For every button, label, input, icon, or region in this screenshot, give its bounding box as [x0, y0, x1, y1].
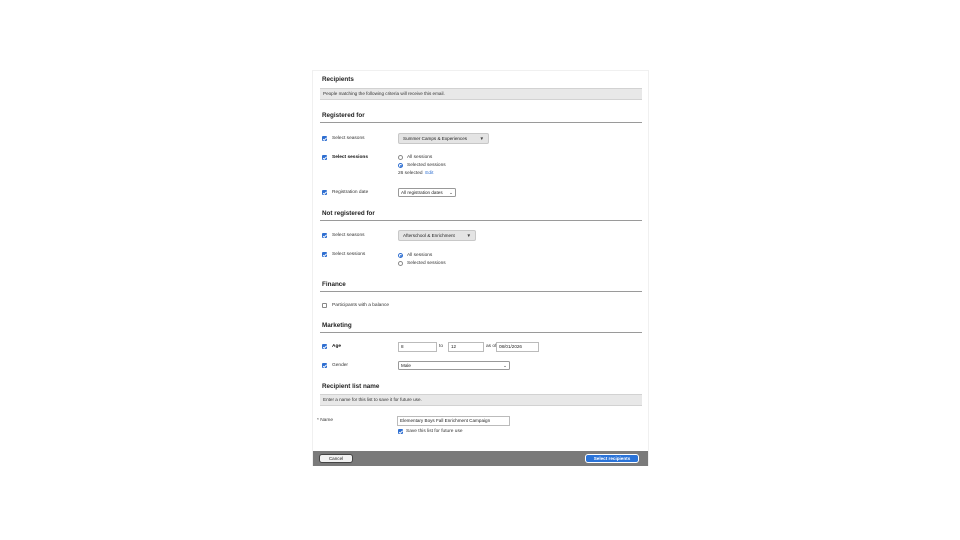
section-divider	[320, 122, 642, 123]
recipient-list-title: Recipient list name	[322, 383, 380, 390]
gender-label: Gender	[332, 363, 348, 368]
recipients-description: People matching the following criteria w…	[320, 88, 642, 100]
age-to-label: to	[439, 344, 444, 349]
balance-checkbox[interactable]	[322, 303, 327, 308]
cancel-button[interactable]: Cancel	[319, 454, 353, 463]
name-field-label: * Name	[317, 418, 333, 423]
reg-date-label: Registration date	[332, 190, 369, 195]
registered-for-title: Registered for	[322, 112, 365, 119]
notreg-selected-sessions-label: Selected sessions	[407, 261, 446, 266]
age-checkbox[interactable]	[322, 344, 327, 349]
reg-all-sessions-label: All sessions	[407, 155, 433, 160]
notreg-selected-sessions-radio[interactable]	[398, 261, 403, 266]
reg-date-value: All registration dates	[401, 190, 443, 195]
as-of-date-input[interactable]: 08/01/2026	[496, 342, 539, 352]
reg-select-seasons-checkbox[interactable]	[322, 136, 327, 141]
reg-select-seasons-label: Select seasons	[332, 136, 365, 141]
reg-season-dropdown[interactable]: Summer Camps & Experiences ▼	[398, 133, 489, 144]
reg-select-sessions-label: Select sessions	[332, 155, 368, 160]
caret-down-icon: ▼	[466, 233, 471, 238]
save-list-label: Save this list for future use	[406, 429, 463, 434]
name-label: Name	[320, 418, 334, 423]
gender-select[interactable]: Male ⌄	[398, 361, 510, 370]
notreg-season-dropdown[interactable]: Afterschool & Enrichment ▼	[398, 230, 476, 241]
notreg-select-seasons-checkbox[interactable]	[322, 233, 327, 238]
save-list-checkbox[interactable]	[398, 429, 403, 434]
selected-count-text: 26 selected	[398, 171, 423, 176]
section-divider	[320, 291, 642, 292]
recipient-list-description: Enter a name for this list to save it fo…	[320, 394, 642, 406]
section-divider	[320, 332, 642, 333]
chevron-down-icon: ⌄	[449, 190, 453, 195]
list-name-input[interactable]: Elementary Boys Fall Enrichment Campaign	[397, 416, 510, 426]
reg-selected-sessions-label: Selected sessions	[407, 163, 446, 168]
notreg-all-sessions-label: All sessions	[407, 253, 433, 258]
recipients-title: Recipients	[322, 76, 354, 83]
marketing-title: Marketing	[322, 322, 352, 329]
reg-all-sessions-radio[interactable]	[398, 155, 403, 160]
reg-date-checkbox[interactable]	[322, 190, 327, 195]
not-registered-title: Not registered for	[322, 210, 375, 217]
footer-bar: Cancel Select recipients	[313, 451, 648, 466]
gender-value: Male	[401, 363, 411, 368]
notreg-season-value: Afterschool & Enrichment	[403, 233, 455, 238]
select-recipients-button[interactable]: Select recipients	[585, 454, 639, 463]
notreg-select-seasons-label: Select seasons	[332, 233, 365, 238]
as-of-label: as of	[486, 344, 497, 349]
notreg-select-sessions-checkbox[interactable]	[322, 252, 327, 257]
reg-selected-sessions-radio[interactable]	[398, 163, 403, 168]
reg-selected-count: 26 selected Edit	[398, 171, 434, 176]
reg-season-value: Summer Camps & Experiences	[403, 136, 468, 141]
balance-label: Participants with a balance	[332, 303, 390, 308]
chevron-down-icon: ⌄	[503, 363, 507, 368]
caret-down-icon: ▼	[479, 136, 484, 141]
notreg-all-sessions-radio[interactable]	[398, 253, 403, 258]
age-label: Age	[332, 344, 342, 349]
section-divider	[320, 220, 642, 221]
reg-select-sessions-checkbox[interactable]	[322, 155, 327, 160]
notreg-select-sessions-label: Select sessions	[332, 252, 366, 257]
finance-title: Finance	[322, 281, 346, 288]
age-from-input[interactable]: 8	[398, 342, 437, 352]
required-mark: *	[317, 418, 319, 423]
recipients-panel: Recipients People matching the following…	[312, 70, 649, 466]
age-to-input[interactable]: 12	[448, 342, 484, 352]
edit-link[interactable]: Edit	[425, 171, 433, 176]
reg-date-select[interactable]: All registration dates ⌄	[398, 188, 456, 197]
gender-checkbox[interactable]	[322, 363, 327, 368]
